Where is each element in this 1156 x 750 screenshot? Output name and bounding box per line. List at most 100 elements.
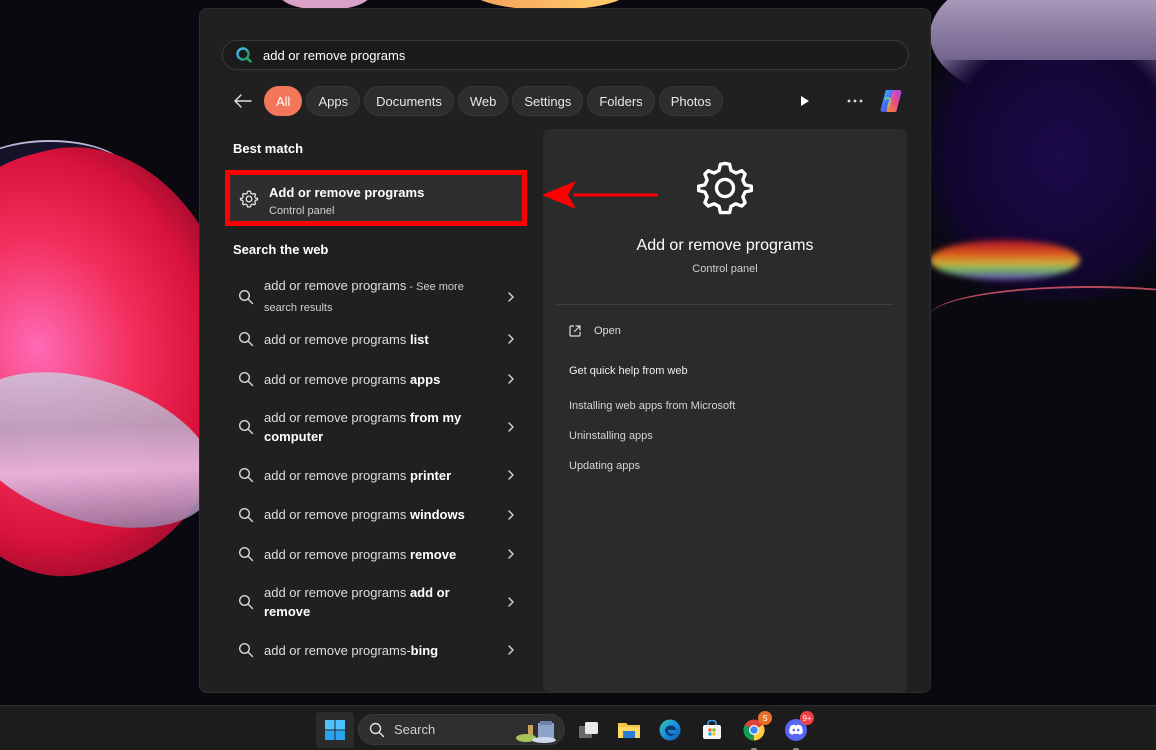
task-view-icon (579, 722, 598, 738)
copilot-button[interactable] (876, 86, 906, 116)
web-result-query: add or remove programs (264, 467, 410, 483)
search-panel: All Apps Documents Web Settings Folders … (199, 8, 931, 693)
web-result-query: add or remove programs (264, 507, 410, 522)
web-result-suggestion: remove (409, 546, 457, 562)
web-result-suggestion: bing (410, 642, 439, 658)
taskbar-search-label: Search (394, 722, 436, 737)
chevron-right-icon (508, 334, 514, 344)
best-match-result[interactable]: Add or remove programs Control panel (225, 170, 527, 226)
help-link[interactable]: Uninstalling apps (569, 430, 653, 442)
web-result-item[interactable]: add or remove programs remove (226, 534, 526, 574)
filter-bar: All Apps Documents Web Settings Folders … (230, 86, 906, 116)
notification-badge: S (758, 711, 772, 725)
web-result-query: add or remove programs (264, 585, 410, 600)
folder-icon (618, 723, 640, 738)
web-result-item[interactable]: add or remove programs from my computer (226, 399, 526, 455)
web-result-item[interactable]: add or remove programs apps (226, 359, 526, 399)
web-result-suggestion: printer (409, 467, 452, 483)
more-filters-button[interactable] (790, 86, 820, 116)
web-result-suggestion: list (409, 331, 429, 347)
search-highlight-icon (516, 721, 556, 743)
edge-icon (659, 719, 681, 741)
file-explorer-button[interactable] (613, 714, 645, 746)
web-result-query: add or remove programs- (264, 642, 411, 658)
gear-icon (239, 190, 259, 208)
search-web-heading: Search the web (233, 242, 329, 257)
web-result-item[interactable]: add or remove programs add or remove (226, 574, 526, 630)
preview-subtitle: Control panel (692, 263, 758, 275)
chrome-button[interactable]: S (738, 711, 772, 750)
web-result-query: add or remove programs (264, 546, 410, 562)
notification-badge: 9+ (800, 711, 814, 725)
open-label: Open (594, 325, 621, 337)
filter-chip-apps[interactable]: Apps (306, 86, 361, 116)
web-result-query: add or remove programs (264, 410, 410, 425)
more-options-button[interactable] (840, 86, 870, 116)
preview-divider (557, 304, 893, 305)
filter-chip-photos[interactable]: Photos (658, 86, 724, 116)
filter-chip-web[interactable]: Web (457, 86, 509, 116)
discord-button[interactable]: 9+ (780, 711, 814, 750)
search-icon (238, 331, 254, 347)
chevron-right-icon (508, 549, 514, 559)
taskbar-search[interactable]: Search (358, 714, 565, 745)
chevron-right-icon (508, 645, 514, 655)
more-icon (847, 99, 863, 103)
search-icon (238, 371, 254, 387)
search-icon (369, 722, 385, 737)
open-action[interactable]: Open (568, 324, 621, 338)
preview-title: Add or remove programs (636, 237, 814, 254)
web-result-item[interactable]: add or remove programs - See more search … (226, 274, 526, 319)
filter-chip-settings[interactable]: Settings (512, 86, 584, 116)
web-result-query: add or remove programs (264, 277, 407, 293)
web-result-suggestion: apps (409, 371, 441, 387)
web-result-item[interactable]: add or remove programs list (226, 319, 526, 359)
search-icon (238, 467, 254, 483)
wallpaper-shape (930, 240, 1080, 280)
help-link[interactable]: Updating apps (569, 460, 640, 472)
best-match-title: Add or remove programs (269, 185, 425, 200)
web-result-suggestion: windows (409, 507, 465, 522)
chevron-right-icon (508, 470, 514, 480)
web-result-suffix-line2: search results (264, 301, 333, 314)
web-result-item[interactable]: add or remove programs windows (226, 495, 526, 534)
chevron-right-icon (508, 291, 514, 302)
search-icon (238, 642, 254, 658)
windows-logo-icon (325, 720, 345, 740)
chevron-right-icon (508, 509, 514, 520)
open-external-icon (569, 325, 581, 337)
filter-chip-folders[interactable]: Folders (587, 86, 655, 116)
best-match-heading: Best match (233, 141, 304, 156)
search-box[interactable] (222, 40, 909, 70)
search-icon (238, 546, 254, 562)
search-icon (238, 594, 254, 610)
search-icon (236, 47, 252, 63)
filter-chip-all[interactable]: All (264, 86, 303, 116)
arrow-left-icon (234, 94, 252, 108)
microsoft-store-button[interactable] (696, 714, 728, 746)
search-icon (238, 289, 254, 304)
web-results-list: add or remove programs - See more search … (226, 274, 526, 670)
search-input[interactable] (263, 47, 863, 63)
store-icon (703, 719, 721, 739)
task-view-button[interactable] (573, 714, 605, 746)
help-link[interactable]: Installing web apps from Microsoft (569, 400, 735, 412)
chevron-right-icon (508, 422, 514, 432)
search-icon (238, 419, 254, 435)
search-icon (238, 507, 254, 522)
web-result-item[interactable]: add or remove programs-bing (226, 630, 526, 670)
web-result-item[interactable]: add or remove programs printer (226, 455, 526, 495)
web-result-query: add or remove programs (264, 371, 410, 387)
start-button[interactable] (316, 712, 354, 748)
play-icon (801, 96, 809, 106)
chevron-right-icon (508, 597, 514, 607)
chevron-right-icon (508, 374, 514, 384)
filter-chip-documents[interactable]: Documents (364, 86, 454, 116)
best-match-subtitle: Control panel (269, 205, 335, 217)
annotation-arrow-icon (542, 181, 658, 209)
back-button[interactable] (230, 88, 256, 114)
quick-help-heading: Get quick help from web (569, 365, 688, 377)
edge-button[interactable] (654, 714, 686, 746)
gear-icon (696, 161, 754, 215)
web-result-suffix: - See more (406, 280, 464, 293)
